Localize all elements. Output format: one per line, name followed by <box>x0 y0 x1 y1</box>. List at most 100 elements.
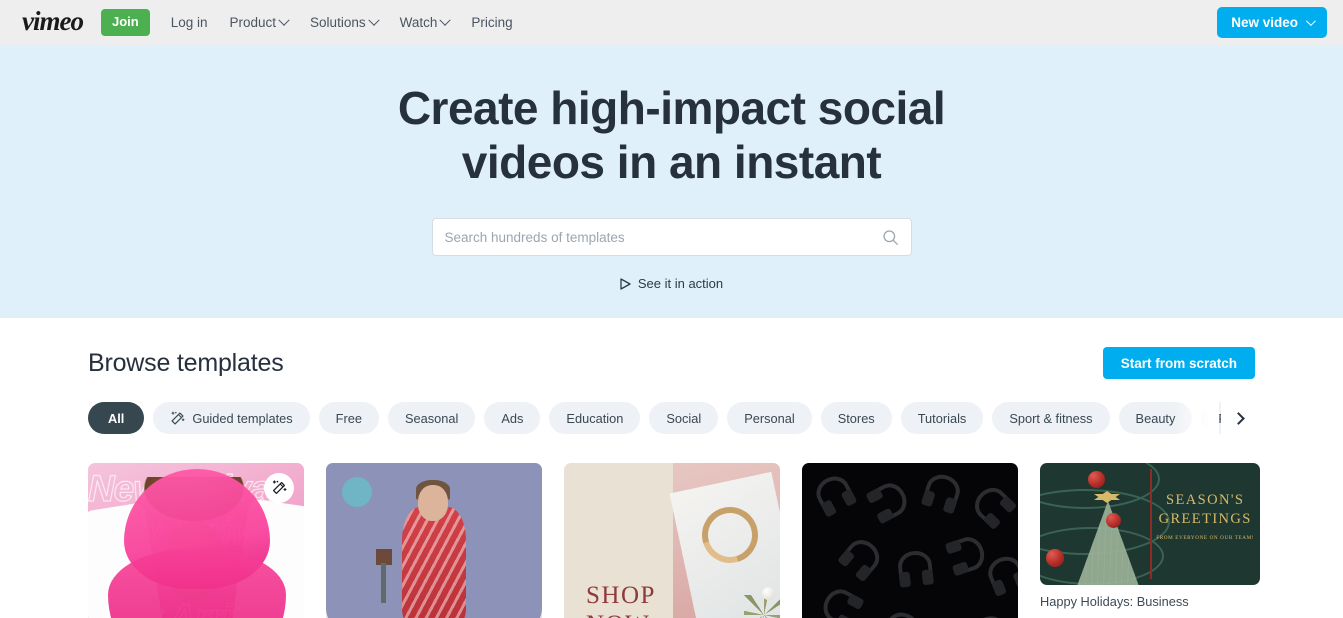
hero-title-line-1: Create high-impact social <box>397 82 946 134</box>
filter-chip-free-label: Free <box>335 410 362 426</box>
search-icon[interactable] <box>882 229 899 246</box>
decor-headphone <box>968 481 1014 527</box>
nav-item-product[interactable]: Product <box>219 7 300 38</box>
filter-chip-education-label: Education <box>566 410 624 426</box>
filter-chip-personal[interactable]: Personal <box>727 402 812 434</box>
filter-chip-sport-fitness[interactable]: Sport & fitness <box>992 402 1110 434</box>
join-button[interactable]: Join <box>100 9 150 36</box>
chevron-down-icon <box>278 14 290 26</box>
nav-item-solutions[interactable]: Solutions <box>299 7 389 38</box>
chevron-down-icon <box>439 14 452 26</box>
nav-item-pricing-label: Pricing <box>471 15 513 30</box>
shop-now-line-2: NOW <box>586 610 656 618</box>
magic-wand-icon <box>170 411 185 426</box>
decor-dress-stripes <box>402 507 466 618</box>
decor-ornament <box>1046 549 1064 567</box>
category-filter-row: All Guided templates Free Seasonal Ads E… <box>88 401 1255 435</box>
vimeo-logo[interactable]: vimeo <box>22 7 84 38</box>
category-filter-list[interactable]: All Guided templates Free Seasonal Ads E… <box>88 401 1255 435</box>
template-thumbnail[interactable]: New Arrival New Arrival New Arrival New … <box>88 463 304 618</box>
decor-headphone <box>896 549 934 583</box>
chevron-down-icon <box>1305 16 1316 27</box>
nav-item-pricing[interactable]: Pricing <box>460 7 523 38</box>
greetings-line-3: FROM EVERYONE ON OUR TEAM! <box>1156 535 1255 541</box>
search-input[interactable] <box>444 229 882 245</box>
magic-wand-icon <box>272 480 287 495</box>
template-card-cyber-sale[interactable]: CYBER <box>326 463 542 618</box>
browse-templates-section: Browse templates Start from scratch All <box>0 318 1343 618</box>
template-search-box[interactable] <box>431 218 912 256</box>
decor-headphone <box>817 583 861 618</box>
filter-chip-social-label: Social <box>666 410 702 426</box>
nav-item-log-in[interactable]: Log in <box>160 7 219 38</box>
start-from-scratch-button[interactable]: Start from scratch <box>1102 347 1255 379</box>
decor-model-dress <box>402 507 466 618</box>
template-card-happy-holidays-business[interactable]: SEASON'S GREETINGS FROM EVERYONE ON OUR … <box>1040 463 1260 609</box>
nav-item-watch[interactable]: Watch <box>389 7 461 38</box>
new-video-button[interactable]: New video <box>1217 7 1327 38</box>
decor-ornament <box>1106 513 1121 528</box>
filter-chip-guided-templates-label: Guided templates <box>192 410 293 426</box>
decor-headphone <box>966 609 1012 618</box>
new-video-label: New video <box>1231 15 1298 30</box>
filter-chip-all[interactable]: All <box>88 402 145 434</box>
filter-chip-beauty-label: Beauty <box>1135 410 1176 426</box>
filter-chip-personal-label: Personal <box>744 410 795 426</box>
filter-chip-stores[interactable]: Stores <box>820 402 892 434</box>
nav-item-solutions-label: Solutions <box>310 15 366 30</box>
template-thumbnail[interactable]: SUPER <box>802 463 1018 618</box>
template-thumbnail[interactable]: CYBER <box>326 463 542 618</box>
template-caption: Happy Holidays: Business <box>1040 594 1189 609</box>
decor-chair-leg <box>381 563 386 603</box>
decor-headphone <box>922 470 964 510</box>
nav-item-product-label: Product <box>229 15 277 30</box>
decor-teal-circle <box>342 477 372 507</box>
filter-chip-tutorials[interactable]: Tutorials <box>900 402 984 434</box>
see-it-in-action-label: See it in action <box>637 276 724 291</box>
filter-chip-ads-label: Ads <box>501 410 524 426</box>
filter-chip-education[interactable]: Education <box>549 402 641 434</box>
filter-chip-seasonal[interactable]: Seasonal <box>387 402 476 434</box>
filter-chip-free[interactable]: Free <box>318 402 379 434</box>
decor-pearl <box>762 587 775 600</box>
filter-chip-sport-fitness-label: Sport & fitness <box>1009 410 1093 426</box>
guided-template-badge[interactable] <box>264 473 294 503</box>
see-it-in-action-link[interactable]: See it in action <box>620 276 723 291</box>
template-overlay-headline: SEASON'S GREETINGS FROM EVERYONE ON OUR … <box>1154 491 1256 541</box>
filter-chip-all-label: All <box>108 410 125 426</box>
template-card-headphones-sale[interactable]: SUPER <box>802 463 1018 618</box>
nav-item-watch-label: Watch <box>399 15 438 30</box>
template-thumbnail[interactable]: SHOP NOW <box>564 463 780 618</box>
template-card-shop-now-jewelry[interactable]: SHOP NOW <box>564 463 780 618</box>
filter-chip-beauty[interactable]: Beauty <box>1118 402 1193 434</box>
filter-chip-seasonal-label: Seasonal <box>404 410 459 426</box>
filter-chip-ads[interactable]: Ads <box>484 402 541 434</box>
filter-chip-social[interactable]: Social <box>649 402 719 434</box>
template-card-new-arrival-fashion[interactable]: New Arrival New Arrival New Arrival New … <box>88 463 304 618</box>
shop-now-line-1: SHOP <box>586 582 656 609</box>
decor-tree-star <box>1094 491 1120 503</box>
main-nav: Join Log in Product Solutions Watch Pric… <box>100 7 524 38</box>
decor-headphone <box>810 470 856 514</box>
decor-headphone <box>983 551 1018 593</box>
template-overlay-headline: SHOP NOW <box>586 581 656 618</box>
chevron-down-icon <box>367 14 380 26</box>
chevron-right-icon <box>1231 411 1245 425</box>
filter-chip-tutorials-label: Tutorials <box>917 410 967 426</box>
decor-headphone <box>949 533 989 575</box>
decor-vertical-rule <box>1150 469 1152 579</box>
decor-headphone <box>881 607 925 618</box>
greetings-line-1: SEASON'S <box>1166 492 1245 508</box>
nav-item-log-in-label: Log in <box>170 15 208 30</box>
hero-section: Create high-impact social videos in an i… <box>0 45 1343 318</box>
filter-chip-guided-templates[interactable]: Guided templates <box>153 402 310 434</box>
decor-headphone <box>869 477 913 523</box>
page-title: Create high-impact social videos in an i… <box>397 81 946 189</box>
template-thumbnail[interactable]: SEASON'S GREETINGS FROM EVERYONE ON OUR … <box>1040 463 1260 585</box>
greetings-line-2: GREETINGS <box>1158 511 1252 527</box>
decor-headphone <box>840 533 886 579</box>
browse-templates-title: Browse templates <box>88 348 284 377</box>
play-icon <box>620 277 631 290</box>
filter-next-button[interactable] <box>1221 401 1255 435</box>
decor-brooch <box>744 595 780 618</box>
